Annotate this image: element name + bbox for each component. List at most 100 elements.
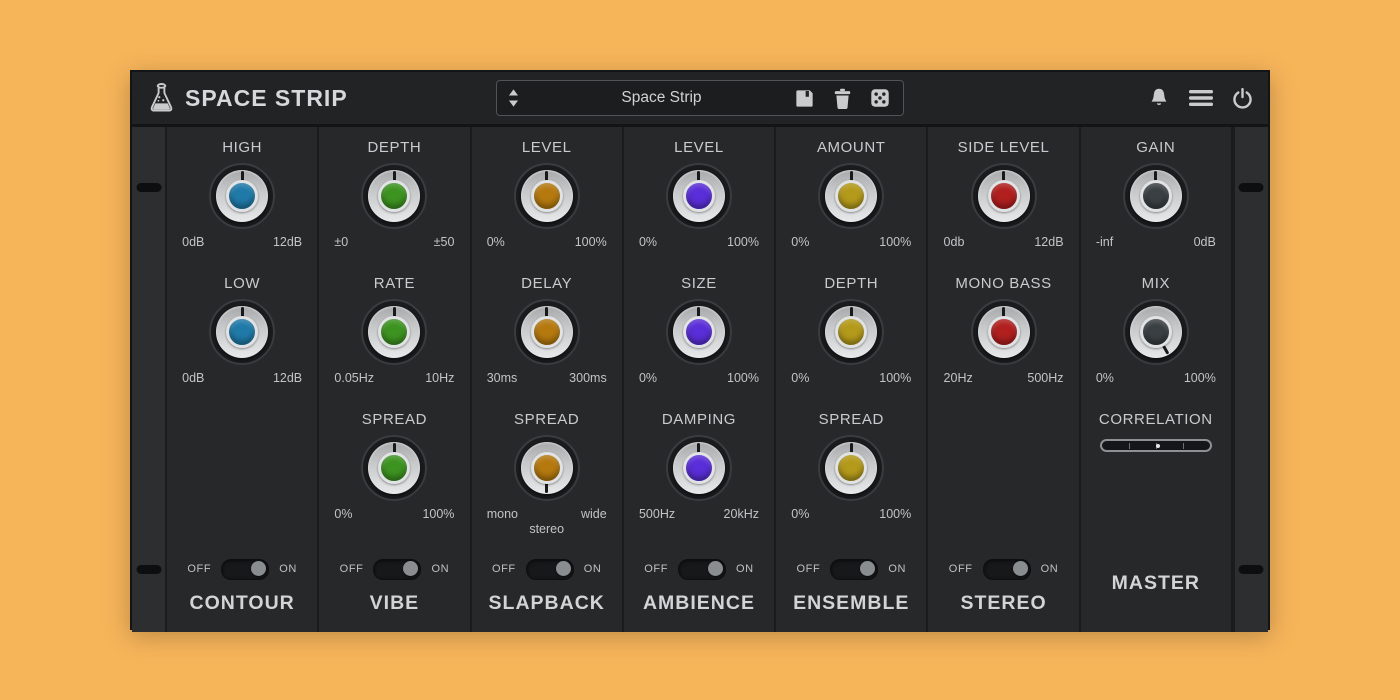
knob-range: -inf0dB [1096, 235, 1216, 251]
header-bar: SPACE STRIP Space Strip [132, 72, 1268, 127]
damping-knob[interactable] [666, 435, 732, 501]
knob-cap [835, 316, 867, 348]
knob-body [216, 306, 268, 358]
screw-slot [1239, 183, 1264, 192]
knob-range: 0%100% [334, 507, 454, 523]
stereo-toggle[interactable] [983, 559, 1031, 580]
level-knob[interactable] [666, 163, 732, 229]
mix-knob[interactable] [1123, 299, 1189, 365]
knob-label: MONO BASS [955, 275, 1051, 293]
low-knob[interactable] [209, 299, 275, 365]
knob-body [368, 306, 420, 358]
toggle-on-label: ON [431, 563, 449, 575]
preset-name[interactable]: Space Strip [530, 89, 793, 107]
toggle-on-label: ON [888, 563, 906, 575]
knob-range: monowide [487, 507, 607, 523]
preset-actions [793, 87, 903, 110]
toggle-off-label: OFF [797, 563, 821, 575]
knob-body [521, 306, 573, 358]
vibe-toggle[interactable] [373, 559, 421, 580]
knob-cap [683, 316, 715, 348]
section-ambience: LEVEL 0%100% SIZE [624, 127, 776, 632]
knob-range: 0%100% [487, 235, 607, 251]
knob-group-level: LEVEL 0%100% [639, 139, 759, 275]
spread-knob[interactable] [514, 435, 580, 501]
depth-knob[interactable] [818, 299, 884, 365]
slapback-toggle[interactable] [526, 559, 574, 580]
plugin-window: SPACE STRIP Space Strip [130, 70, 1270, 630]
depth-knob[interactable] [361, 163, 427, 229]
knob-cap [835, 452, 867, 484]
bell-icon[interactable] [1147, 86, 1171, 110]
power-icon[interactable] [1231, 87, 1254, 110]
knob-range: 0db12dB [944, 235, 1064, 251]
knob-label: DELAY [521, 275, 572, 293]
correlation-label: CORRELATION [1099, 411, 1213, 429]
toggle-off-label: OFF [949, 563, 973, 575]
screw-slot [136, 565, 161, 574]
spread-knob[interactable] [361, 435, 427, 501]
toggle-off-label: OFF [492, 563, 516, 575]
toggle-off-label: OFF [340, 563, 364, 575]
level-knob[interactable] [514, 163, 580, 229]
knob-label: RATE [374, 275, 415, 293]
knob-label: LOW [224, 275, 260, 293]
preset-prev-next-arrows[interactable] [497, 88, 530, 108]
knob-group-low: LOW 0dB12dB [182, 275, 302, 411]
size-knob[interactable] [666, 299, 732, 365]
knob-body [521, 170, 573, 222]
knob-group-damping: DAMPING 500Hz20kHz [639, 411, 759, 547]
delay-knob[interactable] [514, 299, 580, 365]
knob-label: SPREAD [514, 411, 579, 429]
app-title: SPACE STRIP [185, 85, 348, 112]
knob-cap [226, 316, 258, 348]
rate-knob[interactable] [361, 299, 427, 365]
knob-group-level: LEVEL 0%100% [487, 139, 607, 275]
knob-body [673, 170, 725, 222]
mono-bass-knob[interactable] [971, 299, 1037, 365]
high-knob[interactable] [209, 163, 275, 229]
knob-body [1130, 306, 1182, 358]
correlation-meter [1100, 439, 1212, 452]
section-title: AMBIENCE [643, 592, 755, 615]
menu-icon[interactable] [1188, 88, 1214, 108]
knob-range: 0dB12dB [182, 235, 302, 251]
side-level-knob[interactable] [971, 163, 1037, 229]
toggle-on-label: ON [584, 563, 602, 575]
knob-group-high: HIGH 0dB12dB [182, 139, 302, 275]
section-title: ENSEMBLE [793, 592, 909, 615]
save-icon[interactable] [793, 87, 816, 110]
knob-body [825, 170, 877, 222]
knob-body [825, 306, 877, 358]
section-vibe: DEPTH ±0±50 RATE [319, 127, 471, 632]
knob-body [978, 306, 1030, 358]
section-title: CONTOUR [190, 592, 295, 615]
knob-label: GAIN [1136, 139, 1175, 157]
knob-label: MIX [1142, 275, 1170, 293]
toggle-thumb [860, 561, 875, 576]
spread-knob[interactable] [818, 435, 884, 501]
trash-icon[interactable] [832, 87, 853, 110]
knob-group-spread: SPREAD 0%100% [791, 411, 911, 547]
knob-range: 0%100% [639, 371, 759, 387]
screw-slot [136, 183, 161, 192]
correlation-meter-group: CORRELATION [1099, 411, 1213, 452]
dice-icon[interactable] [869, 87, 891, 109]
knob-group-gain: GAIN -inf0dB [1096, 139, 1216, 275]
contour-toggle[interactable] [221, 559, 269, 580]
knob-range: 0.05Hz10Hz [334, 371, 454, 387]
toggle-thumb [403, 561, 418, 576]
knob-label: DEPTH [824, 275, 878, 293]
amount-knob[interactable] [818, 163, 884, 229]
flask-icon [148, 83, 175, 114]
knob-cap [378, 452, 410, 484]
knob-range: 0%100% [1096, 371, 1216, 387]
ambience-toggle[interactable] [678, 559, 726, 580]
knob-body [673, 442, 725, 494]
stereo-toggle-row: OFF ON [949, 559, 1059, 579]
ensemble-toggle[interactable] [830, 559, 878, 580]
gain-knob[interactable] [1123, 163, 1189, 229]
knob-cap [1140, 180, 1172, 212]
meter-tick [1183, 443, 1185, 449]
knob-label: LEVEL [522, 139, 572, 157]
